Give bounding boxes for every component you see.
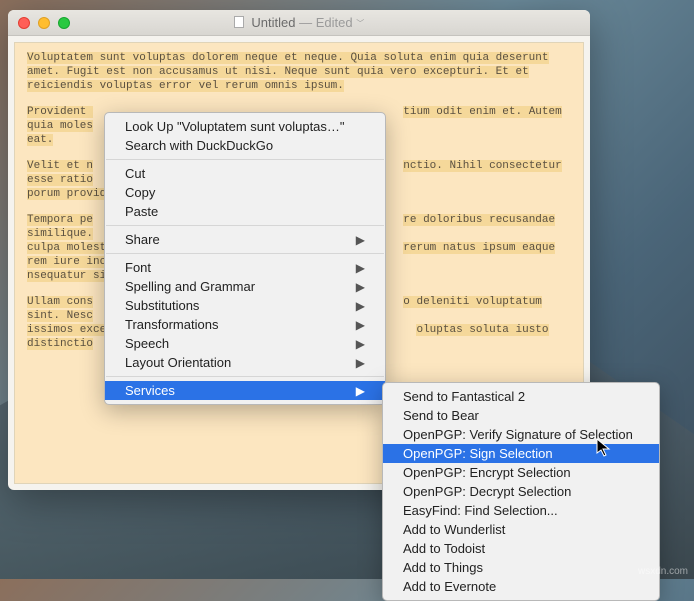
chevron-right-icon: ▶ bbox=[356, 261, 365, 275]
menu-layout[interactable]: Layout Orientation▶ bbox=[105, 353, 385, 372]
chevron-right-icon: ▶ bbox=[356, 280, 365, 294]
menu-paste[interactable]: Paste bbox=[105, 202, 385, 221]
menu-separator bbox=[106, 225, 384, 226]
watermark: wsxdn.com bbox=[638, 566, 688, 577]
menu-font[interactable]: Font▶ bbox=[105, 258, 385, 277]
title-subtitle: — Edited bbox=[299, 15, 352, 30]
chevron-down-icon[interactable]: ﹀ bbox=[356, 19, 364, 28]
titlebar[interactable]: Untitled — Edited ﹀ bbox=[8, 10, 590, 36]
submenu-fantastical[interactable]: Send to Fantastical 2 bbox=[383, 387, 659, 406]
chevron-right-icon: ▶ bbox=[356, 318, 365, 332]
menu-cut[interactable]: Cut bbox=[105, 164, 385, 183]
menu-lookup[interactable]: Look Up "Voluptatem sunt voluptas…" bbox=[105, 117, 385, 136]
menu-search[interactable]: Search with DuckDuckGo bbox=[105, 136, 385, 155]
window-title: Untitled — Edited ﹀ bbox=[8, 15, 590, 30]
submenu-pgp-encrypt[interactable]: OpenPGP: Encrypt Selection bbox=[383, 463, 659, 482]
submenu-easyfind[interactable]: EasyFind: Find Selection... bbox=[383, 501, 659, 520]
submenu-bear[interactable]: Send to Bear bbox=[383, 406, 659, 425]
menu-copy[interactable]: Copy bbox=[105, 183, 385, 202]
context-menu: Look Up "Voluptatem sunt voluptas…" Sear… bbox=[104, 112, 386, 405]
menu-speech[interactable]: Speech▶ bbox=[105, 334, 385, 353]
submenu-evernote[interactable]: Add to Evernote bbox=[383, 577, 659, 596]
submenu-todoist[interactable]: Add to Todoist bbox=[383, 539, 659, 558]
menu-separator bbox=[106, 376, 384, 377]
submenu-pgp-decrypt[interactable]: OpenPGP: Decrypt Selection bbox=[383, 482, 659, 501]
menu-separator bbox=[106, 159, 384, 160]
menu-services[interactable]: Services▶ bbox=[105, 381, 385, 400]
chevron-right-icon: ▶ bbox=[356, 233, 365, 247]
submenu-pgp-sign[interactable]: OpenPGP: Sign Selection bbox=[383, 444, 659, 463]
title-text: Untitled bbox=[251, 15, 295, 30]
chevron-right-icon: ▶ bbox=[356, 384, 365, 398]
document-icon bbox=[234, 16, 244, 28]
menu-transformations[interactable]: Transformations▶ bbox=[105, 315, 385, 334]
menu-substitutions[interactable]: Substitutions▶ bbox=[105, 296, 385, 315]
chevron-right-icon: ▶ bbox=[356, 356, 365, 370]
submenu-pgp-verify[interactable]: OpenPGP: Verify Signature of Selection bbox=[383, 425, 659, 444]
submenu-things[interactable]: Add to Things bbox=[383, 558, 659, 577]
menu-separator bbox=[106, 253, 384, 254]
chevron-right-icon: ▶ bbox=[356, 299, 365, 313]
submenu-wunderlist[interactable]: Add to Wunderlist bbox=[383, 520, 659, 539]
chevron-right-icon: ▶ bbox=[356, 337, 365, 351]
menu-spelling[interactable]: Spelling and Grammar▶ bbox=[105, 277, 385, 296]
menu-share[interactable]: Share▶ bbox=[105, 230, 385, 249]
services-submenu: Send to Fantastical 2 Send to Bear OpenP… bbox=[382, 382, 660, 601]
